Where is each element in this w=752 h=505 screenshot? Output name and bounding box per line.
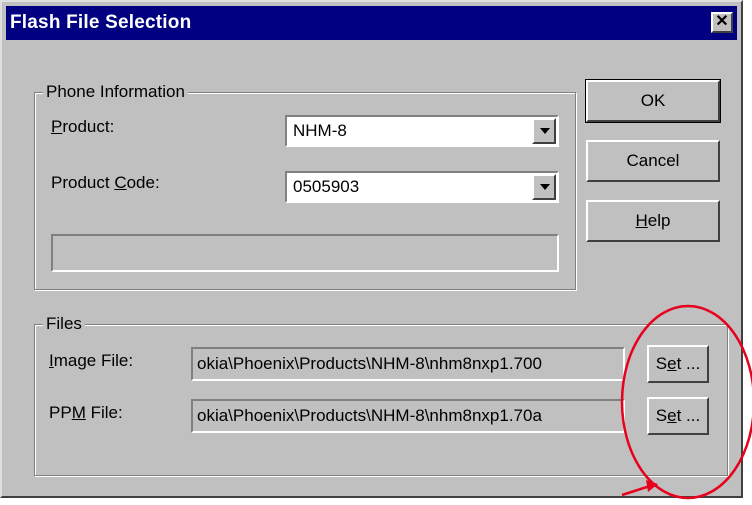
files-legend: Files [43, 314, 85, 334]
chevron-down-icon [540, 128, 550, 134]
product-value: NHM-8 [293, 121, 347, 140]
image-file-label: Image File: [49, 351, 134, 370]
image-file-set-button[interactable]: Set ... [647, 345, 709, 383]
phone-status-field [51, 234, 559, 272]
close-icon: ✕ [715, 13, 729, 30]
help-button[interactable]: Help [586, 200, 720, 242]
product-code-label: Product Code: [51, 173, 160, 192]
chevron-down-icon [540, 184, 550, 190]
product-label: Product: [51, 117, 115, 136]
product-code-combobox[interactable]: 0505903 [285, 171, 559, 203]
product-dropdown-button[interactable] [532, 118, 556, 144]
ppm-file-set-button[interactable]: Set ... [647, 397, 709, 435]
close-button[interactable]: ✕ [711, 12, 733, 33]
files-group: Files Image File: okia\Phoenix\Products\… [34, 314, 728, 476]
ppm-file-path[interactable]: okia\Phoenix\Products\NHM-8\nhm8nxp1.70a [191, 399, 625, 433]
image-file-path[interactable]: okia\Phoenix\Products\NHM-8\nhm8nxp1.700 [191, 347, 625, 381]
product-code-value: 0505903 [293, 177, 360, 196]
phone-information-group: Phone Information Product: NHM-8 Product… [34, 82, 576, 290]
flash-file-selection-dialog: Flash File Selection ✕ Phone Information… [0, 0, 743, 498]
product-combobox[interactable]: NHM-8 [285, 115, 559, 147]
phone-information-legend: Phone Information [43, 82, 188, 102]
window-title: Flash File Selection [10, 12, 192, 33]
ok-button[interactable]: OK [585, 79, 721, 123]
ppm-file-label: PPM File: [49, 403, 123, 422]
product-code-dropdown-button[interactable] [532, 174, 556, 200]
title-bar: Flash File Selection ✕ [6, 6, 737, 40]
cancel-button[interactable]: Cancel [586, 140, 720, 182]
